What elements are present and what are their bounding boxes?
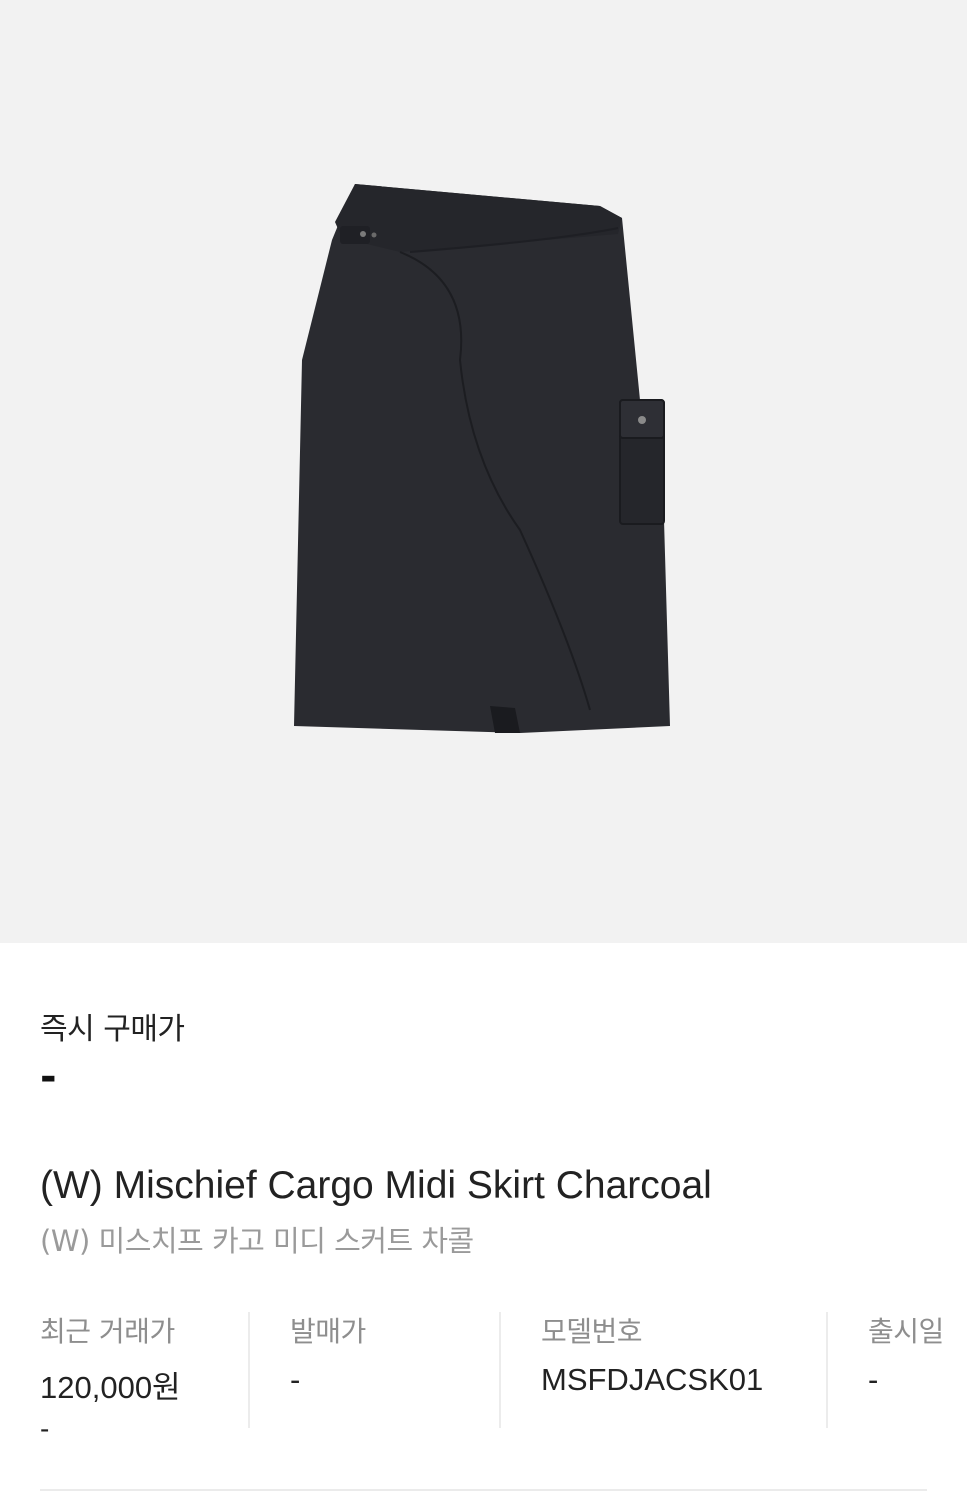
release-date-value: - bbox=[868, 1362, 879, 1397]
recent-price-value: 120,000원 bbox=[40, 1370, 181, 1405]
column-divider bbox=[826, 1312, 828, 1428]
release-price-value: - bbox=[290, 1362, 301, 1397]
product-details-row: 최근 거래가 120,000원 - 발매가 - 모델번호 MSFDJACSK01… bbox=[40, 1310, 967, 1444]
column-divider bbox=[248, 1312, 250, 1428]
instant-buy-label: 즉시 구매가 bbox=[40, 1012, 185, 1047]
recent-price-change: - bbox=[40, 1413, 50, 1444]
release-price-column: 발매가 - bbox=[290, 1310, 366, 1428]
release-price-label: 발매가 bbox=[290, 1315, 366, 1348]
model-number-value: MSFDJACSK01 bbox=[541, 1362, 764, 1397]
model-number-label: 모델번호 bbox=[541, 1315, 643, 1348]
product-title-en: (W) Mischief Cargo Midi Skirt Charcoal bbox=[40, 1164, 712, 1207]
recent-price-column: 최근 거래가 120,000원 - bbox=[40, 1310, 181, 1444]
product-image-area[interactable] bbox=[0, 0, 967, 943]
instant-buy-value: - bbox=[40, 1054, 57, 1100]
skirt-product-image bbox=[294, 184, 670, 733]
recent-price-label: 최근 거래가 bbox=[40, 1315, 175, 1348]
product-title-ko: (W) 미스치프 카고 미디 스커트 차콜 bbox=[40, 1224, 474, 1258]
model-number-column: 모델번호 MSFDJACSK01 bbox=[541, 1310, 763, 1428]
column-divider bbox=[499, 1312, 501, 1428]
section-divider bbox=[40, 1489, 927, 1491]
release-date-column: 출시일 - bbox=[868, 1310, 944, 1428]
release-date-label: 출시일 bbox=[868, 1315, 944, 1348]
